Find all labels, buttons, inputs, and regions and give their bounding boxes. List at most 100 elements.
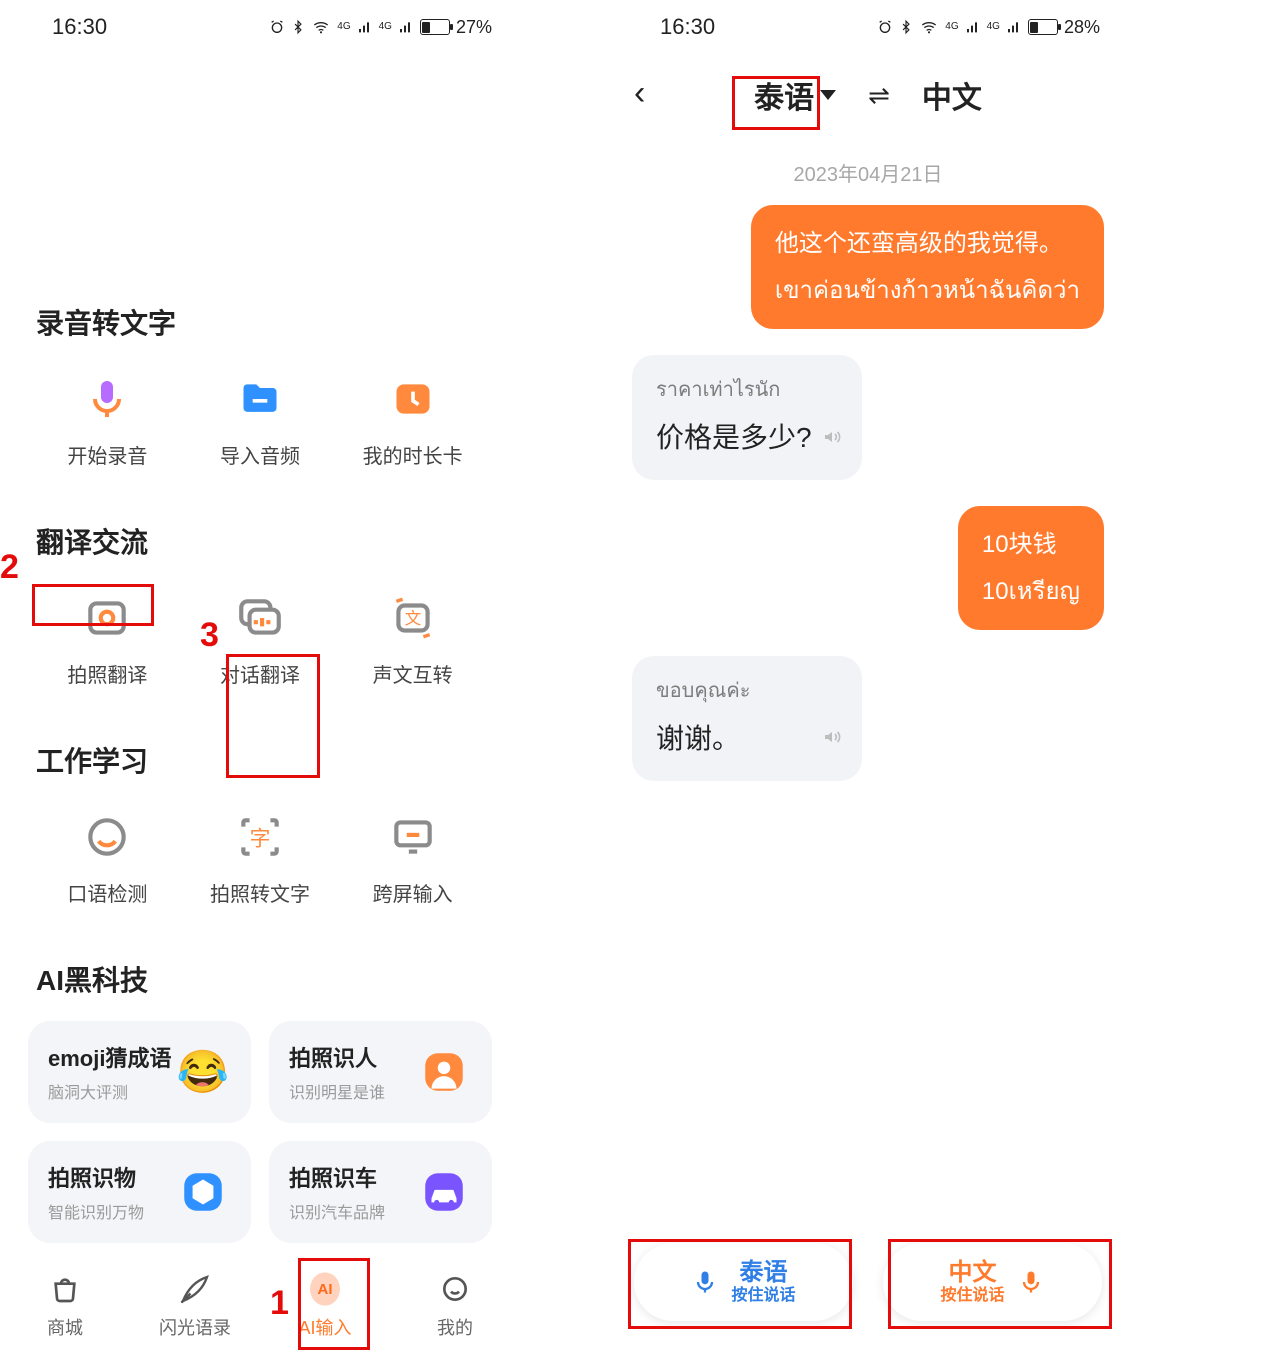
annotation-number-2: 2	[0, 548, 19, 587]
section-audio: 录音转文字 开始录音 导入音频 我的时长卡	[0, 302, 520, 483]
speaker-icon[interactable]	[820, 423, 844, 460]
nav-mine[interactable]: 我的	[390, 1268, 520, 1340]
item-label: 拍照转文字	[210, 878, 310, 907]
smile-outline-icon	[434, 1268, 476, 1310]
nav-store[interactable]: 商城	[0, 1268, 130, 1340]
svg-text:字: 字	[250, 827, 271, 850]
annotation-box-3	[226, 654, 320, 778]
ai-card-title: emoji猜成语	[48, 1041, 171, 1073]
status-indicators: 4G 4G 27%	[269, 17, 492, 38]
section-title-translate: 翻译交流	[36, 521, 484, 561]
left-screenshot: 16:30 4G 4G 27% 录音转文字 开始录音	[0, 0, 520, 1359]
message-me-1[interactable]: 他这个还蛮高级的我觉得。 เขาค่อนข้างก้าวหน้าฉันคิดว่…	[751, 205, 1104, 329]
status-bar: 16:30 4G 4G 28%	[608, 0, 1128, 54]
battery-pct: 28%	[1064, 17, 1100, 38]
item-start-record[interactable]: 开始录音	[36, 364, 179, 483]
ai-cards: emoji猜成语 脑洞大评测 😂 拍照识人 识别明星是谁 拍照识物 智能识别万物	[0, 1021, 520, 1243]
item-cross-screen-input[interactable]: 跨屏输入	[341, 802, 484, 921]
message-translation: 10เหรียญ	[982, 573, 1080, 610]
bottom-nav: 商城 闪光语录 AI AI输入 我的	[0, 1249, 520, 1359]
signal-icon-2	[398, 19, 414, 35]
message-other-2[interactable]: ขอบคุณค่ะ 谢谢。	[632, 656, 862, 780]
message-text: ราคาเท่าไรนัก	[656, 375, 838, 406]
voice-swap-icon: 文	[384, 589, 442, 647]
target-language[interactable]: 中文	[922, 73, 982, 117]
item-label: 拍照翻译	[67, 659, 147, 688]
annotation-box-lang	[732, 76, 820, 130]
ai-card-object[interactable]: 拍照识物 智能识别万物	[28, 1141, 251, 1243]
annotation-box-1	[298, 1258, 370, 1350]
item-label: 我的时长卡	[363, 440, 463, 469]
bag-icon	[44, 1268, 86, 1310]
chevron-down-icon	[820, 90, 836, 100]
nav-label: 我的	[437, 1314, 473, 1340]
ocr-icon: 字	[231, 808, 289, 866]
item-label: 声文互转	[373, 659, 453, 688]
alarm-icon	[877, 19, 893, 35]
ai-card-title: 拍照识车	[289, 1161, 385, 1193]
clock-card-icon	[384, 370, 442, 428]
dialogue-icon	[231, 589, 289, 647]
section-title-ai: AI黑科技	[28, 959, 492, 999]
ai-card-subtitle: 识别汽车品牌	[289, 1199, 385, 1223]
message-text: ขอบคุณค่ะ	[656, 676, 838, 707]
monitor-icon	[384, 808, 442, 866]
ai-card-face[interactable]: 拍照识人 识别明星是谁	[269, 1021, 492, 1123]
emoji-icon: 😂	[175, 1044, 231, 1100]
status-bar: 16:30 4G 4G 27%	[0, 0, 520, 54]
message-translation: 价格是多少?	[656, 416, 838, 459]
status-time: 16:30	[52, 14, 107, 40]
feather-icon	[174, 1268, 216, 1310]
message-other-1[interactable]: ราคาเท่าไรนัก 价格是多少?	[632, 355, 862, 479]
signal-icon-2	[1006, 19, 1022, 35]
battery-icon	[1028, 19, 1058, 35]
battery-icon	[420, 19, 450, 35]
chat-date: 2023年04月21日	[608, 158, 1128, 187]
bluetooth-icon	[291, 19, 305, 35]
battery-pct: 27%	[456, 17, 492, 38]
item-label: 开始录音	[67, 440, 147, 469]
message-translation: เขาค่อนข้างก้าวหน้าฉันคิดว่า	[775, 272, 1080, 309]
message-me-2[interactable]: 10块钱 10เหรียญ	[958, 506, 1104, 630]
ai-card-subtitle: 脑洞大评测	[48, 1079, 171, 1103]
nav-label: 商城	[47, 1314, 83, 1340]
message-text: 10块钱	[982, 526, 1080, 563]
speaker-icon[interactable]	[820, 723, 844, 760]
cube-icon	[175, 1164, 231, 1220]
section-ai: AI黑科技	[0, 959, 520, 999]
item-voice-text-swap[interactable]: 文 声文互转	[341, 583, 484, 702]
signal-icon	[965, 19, 981, 35]
smile-icon	[78, 808, 136, 866]
ai-card-emoji[interactable]: emoji猜成语 脑洞大评测 😂	[28, 1021, 251, 1123]
wifi-icon	[311, 19, 331, 35]
mic-icon	[78, 370, 136, 428]
section-title-audio: 录音转文字	[36, 302, 484, 342]
item-time-card[interactable]: 我的时长卡	[341, 364, 484, 483]
status-time: 16:30	[660, 14, 715, 40]
bluetooth-icon	[899, 19, 913, 35]
item-label: 跨屏输入	[373, 878, 453, 907]
ai-card-title: 拍照识人	[289, 1041, 385, 1073]
ai-card-subtitle: 识别明星是谁	[289, 1079, 385, 1103]
annotation-box-2	[32, 584, 154, 626]
car-icon	[416, 1164, 472, 1220]
folder-icon	[231, 370, 289, 428]
alarm-icon	[269, 19, 285, 35]
item-import-audio[interactable]: 导入音频	[189, 364, 332, 483]
chat-container: 他这个还蛮高级的我觉得。 เขาค่อนข้างก้าวหน้าฉันคิดว่…	[608, 187, 1128, 781]
message-translation: 谢谢。	[656, 717, 838, 760]
ai-card-subtitle: 智能识别万物	[48, 1199, 144, 1223]
nav-quotes[interactable]: 闪光语录	[130, 1268, 260, 1340]
item-photo-to-text[interactable]: 字 拍照转文字	[189, 802, 332, 921]
back-button[interactable]: ‹	[634, 74, 645, 113]
svg-text:文: 文	[404, 609, 421, 628]
annotation-box-voice-left	[628, 1239, 852, 1329]
ai-card-car[interactable]: 拍照识车 识别汽车品牌	[269, 1141, 492, 1243]
signal-icon	[357, 19, 373, 35]
person-icon	[416, 1044, 472, 1100]
swap-languages-button[interactable]: ⇌	[868, 80, 890, 111]
right-screenshot: 16:30 4G 4G 28% ‹ 泰语 ⇌ 中文 2023年04月21日 他这…	[608, 0, 1128, 1359]
ai-card-title: 拍照识物	[48, 1161, 144, 1193]
translate-header: ‹ 泰语 ⇌ 中文	[608, 60, 1128, 130]
item-speaking-check[interactable]: 口语检测	[36, 802, 179, 921]
